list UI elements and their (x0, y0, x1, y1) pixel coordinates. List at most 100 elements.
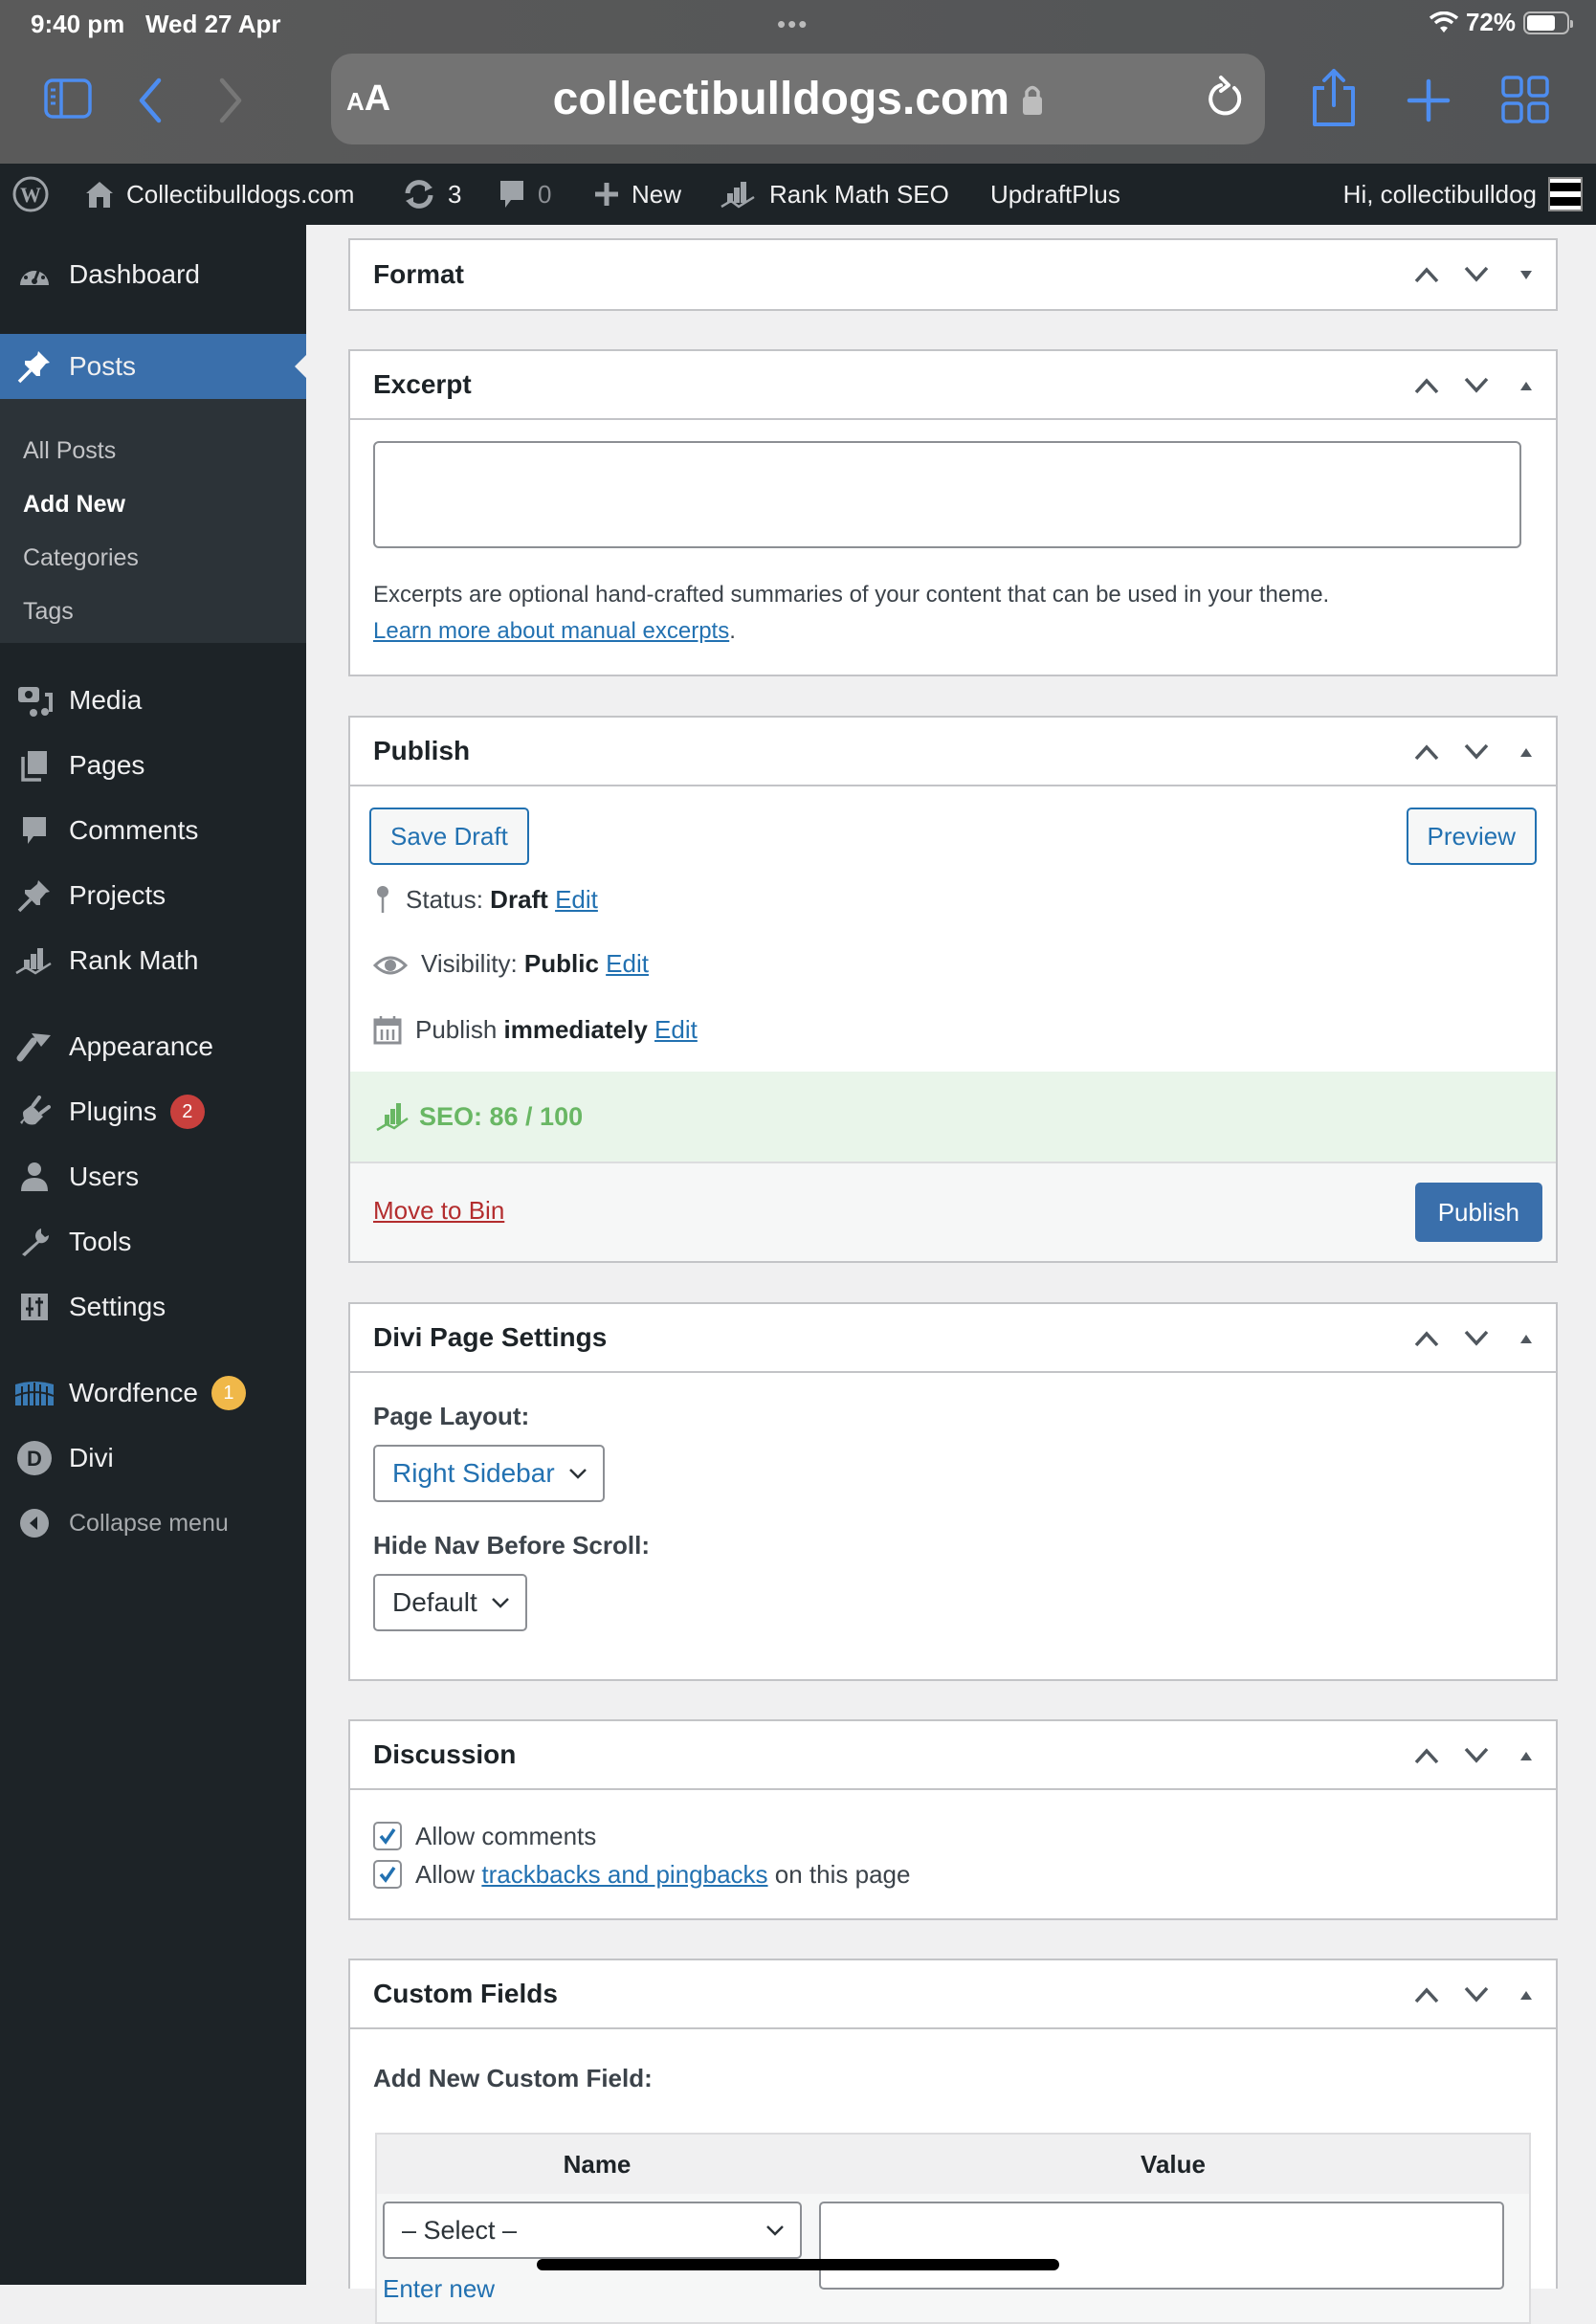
toggle-panel-button[interactable] (1512, 371, 1541, 400)
move-down-button[interactable] (1462, 1981, 1491, 2009)
divi-page-settings-box: Divi Page Settings Page Layout: Right Si… (348, 1302, 1558, 1681)
svg-text:D: D (27, 1447, 42, 1471)
move-up-button[interactable] (1412, 1981, 1441, 2009)
publish-date-row: Publish immediately Edit (373, 1014, 698, 1045)
hide-nav-select[interactable]: Default (373, 1574, 527, 1631)
toggle-panel-button[interactable] (1512, 1741, 1541, 1770)
wordfence-icon (14, 1382, 55, 1405)
home-indicator[interactable] (537, 2259, 1059, 2270)
preview-button[interactable]: Preview (1406, 808, 1537, 865)
learn-more-excerpts-link[interactable]: Learn more about manual excerpts (373, 618, 729, 644)
chevron-down-icon (1464, 1986, 1489, 2003)
excerpt-box-header[interactable]: Excerpt (350, 351, 1556, 420)
post-status-row: Status: Draft Edit (373, 884, 598, 915)
publish-box-header[interactable]: Publish (350, 718, 1556, 786)
divi-box-header[interactable]: Divi Page Settings (350, 1304, 1556, 1373)
excerpt-box-title: Excerpt (373, 369, 472, 399)
save-draft-button[interactable]: Save Draft (369, 808, 529, 865)
move-down-button[interactable] (1462, 1324, 1491, 1353)
wp-admin-bar: W Collectibulldogs.com 3 0 New Rank Math… (0, 164, 1596, 225)
custom-field-name-select[interactable]: – Select – (383, 2202, 802, 2259)
sidebar-item-comments[interactable]: Comments (0, 804, 306, 857)
sidebar-item-rank-math[interactable]: Rank Math (0, 934, 306, 987)
submenu-add-new[interactable]: Add New (23, 491, 125, 519)
sidebar-item-settings[interactable]: Settings (0, 1280, 306, 1334)
sidebar-item-tools[interactable]: Tools (0, 1215, 306, 1269)
page-layout-select[interactable]: Right Sidebar (373, 1445, 605, 1502)
site-name-link[interactable]: Collectibulldogs.com (84, 164, 354, 225)
multitasking-dots[interactable]: ••• (777, 10, 809, 39)
my-account-menu[interactable]: Hi, collectibulldog (1343, 164, 1583, 225)
comment-icon (500, 181, 523, 208)
url-text[interactable]: collectibulldogs.com (331, 73, 1265, 125)
toggle-panel-button[interactable] (1512, 738, 1541, 766)
sidebar-item-divi[interactable]: D Divi (0, 1431, 306, 1485)
enter-new-link[interactable]: Enter new (383, 2274, 495, 2304)
move-to-bin-link[interactable]: Move to Bin (373, 1196, 504, 1226)
new-content-link[interactable]: New (593, 164, 681, 225)
submenu-tags[interactable]: Tags (23, 598, 74, 626)
updraftplus-link[interactable]: UpdraftPlus (990, 164, 1120, 225)
forward-icon[interactable] (216, 77, 247, 124)
sidebar-item-wordfence[interactable]: Wordfence 1 (0, 1366, 306, 1420)
collapse-menu-button[interactable]: Collapse menu (0, 1496, 306, 1550)
wordfence-alert-badge: 1 (211, 1376, 246, 1410)
user-icon (21, 1162, 48, 1191)
excerpt-textarea[interactable] (373, 441, 1521, 548)
column-name: Name (563, 2149, 632, 2179)
format-box-header[interactable]: Format (350, 240, 1556, 309)
address-bar[interactable]: AA collectibulldogs.com (331, 54, 1265, 144)
edit-publish-date-link[interactable]: Edit (654, 1015, 698, 1044)
chevron-up-icon (1414, 744, 1439, 761)
submenu-all-posts[interactable]: All Posts (23, 437, 116, 465)
rankmath-icon (15, 948, 52, 975)
move-up-button[interactable] (1412, 260, 1441, 289)
move-down-button[interactable] (1462, 371, 1491, 400)
edit-visibility-link[interactable]: Edit (606, 949, 649, 978)
sidebar-item-appearance[interactable]: Appearance (0, 1020, 306, 1073)
checkmark-icon (379, 1867, 396, 1883)
toggle-panel-button[interactable] (1512, 260, 1541, 289)
triangle-up-icon (1520, 1991, 1532, 2000)
sidebar-item-dashboard[interactable]: Dashboard (0, 248, 306, 301)
toggle-panel-button[interactable] (1512, 1981, 1541, 2009)
move-up-button[interactable] (1412, 371, 1441, 400)
comments-link[interactable]: 0 (498, 164, 551, 225)
move-up-button[interactable] (1412, 1741, 1441, 1770)
move-down-button[interactable] (1462, 1741, 1491, 1770)
wp-logo-menu[interactable]: W (11, 164, 50, 225)
back-icon[interactable] (134, 77, 165, 124)
move-down-button[interactable] (1462, 260, 1491, 289)
chevron-up-icon (1414, 1987, 1439, 2003)
allow-comments-checkbox[interactable] (373, 1822, 402, 1850)
move-down-button[interactable] (1462, 738, 1491, 766)
excerpt-box: Excerpt Excerpts are optional hand-craft… (348, 349, 1558, 676)
sidebar-item-pages[interactable]: Pages (0, 739, 306, 792)
chevron-up-icon (1414, 1748, 1439, 1764)
reload-icon[interactable] (1204, 75, 1246, 122)
edit-status-link[interactable]: Edit (555, 885, 598, 914)
custom-fields-box-header[interactable]: Custom Fields (350, 1960, 1556, 2029)
tabs-overview-icon[interactable] (1500, 75, 1550, 124)
move-up-button[interactable] (1412, 1324, 1441, 1353)
allow-pings-checkbox[interactable] (373, 1860, 402, 1889)
status-right: 72% (1429, 8, 1573, 37)
sidebar-item-posts[interactable]: Posts (0, 334, 306, 399)
sidebar-item-media[interactable]: Media (0, 674, 306, 727)
custom-fields-box-title: Custom Fields (373, 1979, 558, 2008)
share-icon[interactable] (1309, 67, 1359, 128)
publish-button[interactable]: Publish (1414, 1183, 1542, 1242)
sidebar-toggle-icon[interactable] (44, 78, 92, 119)
updates-link[interactable]: 3 (402, 164, 461, 225)
toggle-panel-button[interactable] (1512, 1324, 1541, 1353)
sidebar-item-plugins[interactable]: Plugins 2 (0, 1085, 306, 1139)
custom-field-value-textarea[interactable] (819, 2202, 1504, 2290)
discussion-box-header[interactable]: Discussion (350, 1721, 1556, 1790)
rankmath-seo-link[interactable]: Rank Math SEO (720, 164, 949, 225)
sidebar-item-projects[interactable]: Projects (0, 869, 306, 922)
submenu-categories[interactable]: Categories (23, 544, 139, 572)
trackbacks-link[interactable]: trackbacks and pingbacks (481, 1860, 767, 1889)
sidebar-item-users[interactable]: Users (0, 1150, 306, 1204)
move-up-button[interactable] (1412, 738, 1441, 766)
new-tab-icon[interactable] (1407, 78, 1451, 122)
